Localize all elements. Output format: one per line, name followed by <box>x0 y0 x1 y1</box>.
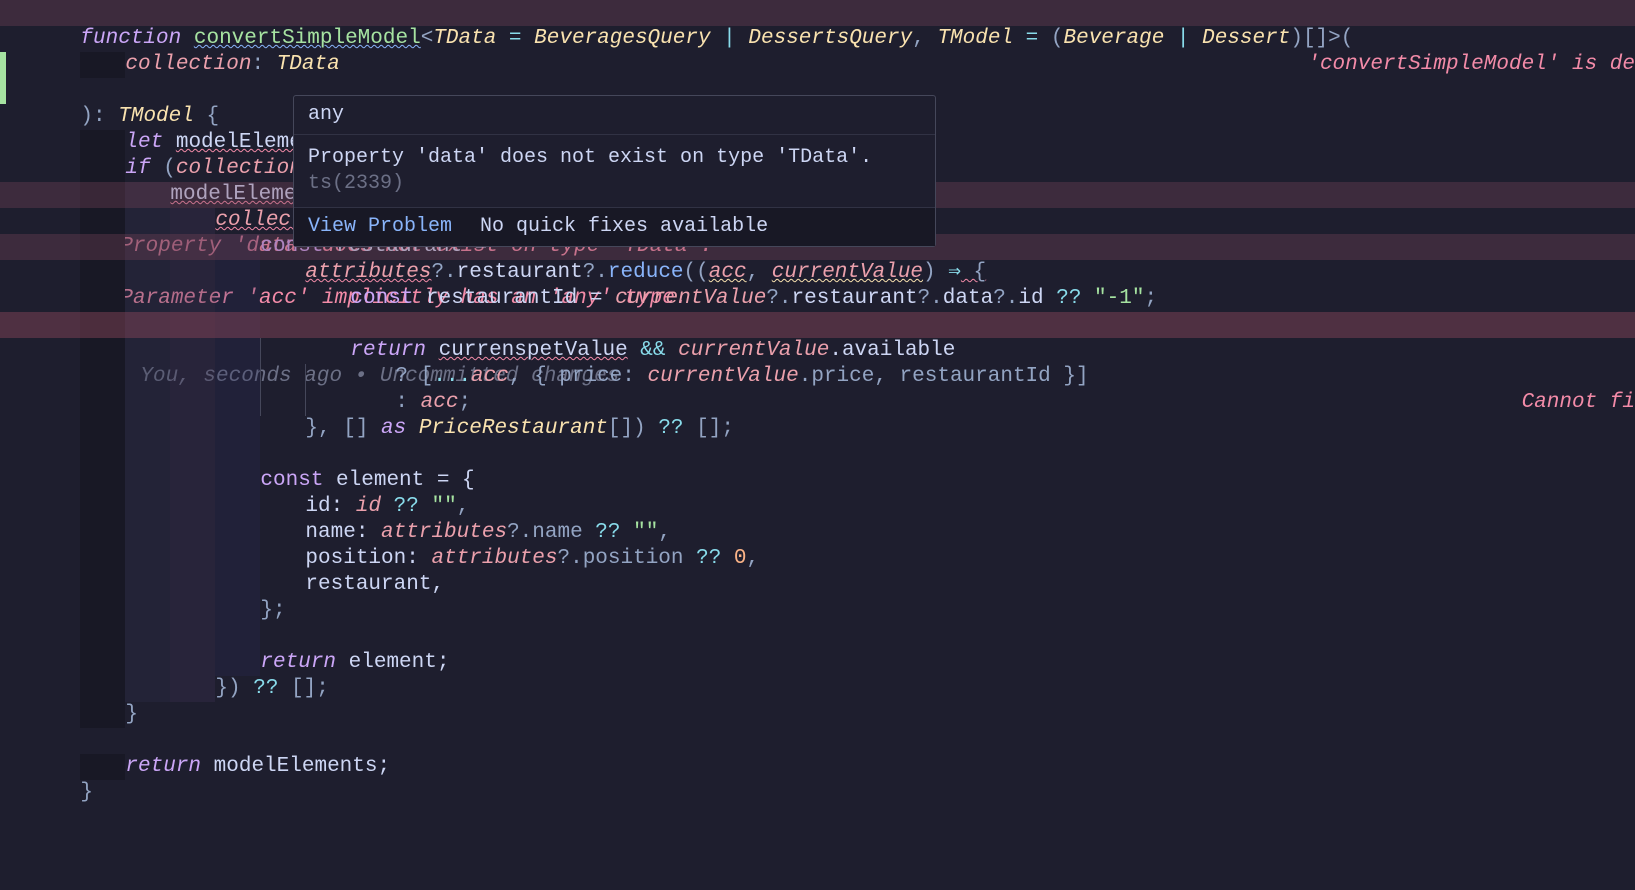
view-problem-link[interactable]: View Problem <box>308 214 452 240</box>
code-line[interactable] <box>0 416 1635 442</box>
code-line[interactable] <box>0 598 1635 624</box>
code-line[interactable] <box>0 286 1635 312</box>
tooltip-actions: View Problem No quick fixes available <box>294 208 935 246</box>
code-line[interactable]: } <box>0 754 1635 780</box>
code-line[interactable]: }, [] as PriceRestaurant[]) ?? []; <box>0 390 1635 416</box>
code-line[interactable]: return element; <box>0 624 1635 650</box>
hover-tooltip[interactable]: any Property 'data' does not exist on ty… <box>293 95 936 247</box>
code-line[interactable]: restaurant, <box>0 546 1635 572</box>
code-line[interactable]: }) ?? []; <box>0 650 1635 676</box>
code-line[interactable]: }; <box>0 572 1635 598</box>
code-line[interactable]: const element = { <box>0 442 1635 468</box>
code-line[interactable]: const restaurantId = currentValue?.resta… <box>0 260 1635 286</box>
code-line[interactable]: return modelElements; <box>0 728 1635 754</box>
no-quick-fixes-label: No quick fixes available <box>480 214 768 240</box>
code-line[interactable]: collection: TData <box>0 26 1635 52</box>
code-line[interactable]: name: attributes?.name ?? "", <box>0 494 1635 520</box>
code-line[interactable]: : acc; <box>0 364 1635 390</box>
tooltip-error-message: Property 'data' does not exist on type '… <box>294 135 935 208</box>
code-line-current[interactable]: return currenspetValue && currentValue.a… <box>0 312 1635 338</box>
code-line[interactable]: ? [...acc, { price: currentValue.price, … <box>0 338 1635 364</box>
code-line[interactable]: position: attributes?.position ?? 0, <box>0 520 1635 546</box>
code-line[interactable]: } <box>0 676 1635 702</box>
code-line[interactable] <box>0 702 1635 728</box>
code-line[interactable]: ): TModel { <box>0 52 1635 78</box>
code-line[interactable]: id: id ?? "", <box>0 468 1635 494</box>
code-editor[interactable]: function convertSimpleModel<TData = Beve… <box>0 0 1635 890</box>
tooltip-type-hint: any <box>294 96 935 135</box>
code-line[interactable]: function convertSimpleModel<TData = Beve… <box>0 0 1635 26</box>
